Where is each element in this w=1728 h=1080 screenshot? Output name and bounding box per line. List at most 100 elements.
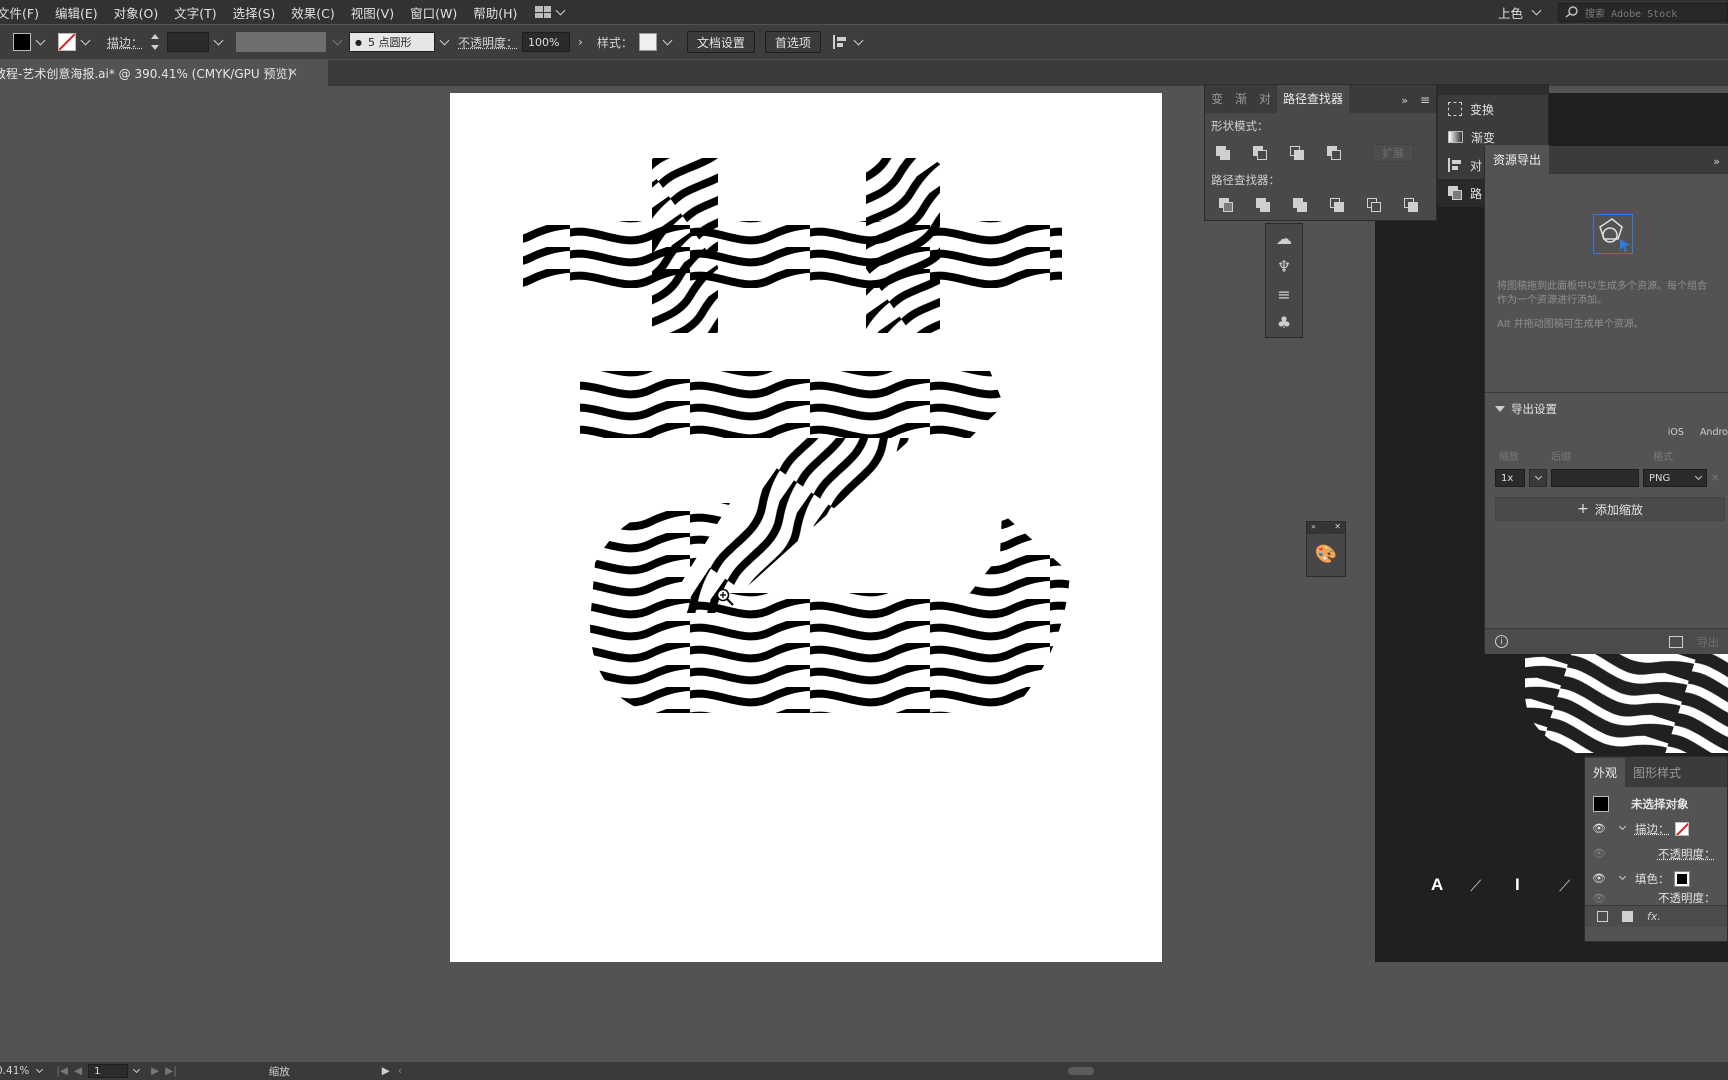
- arrange-documents-button[interactable]: [535, 6, 564, 18]
- collapse-panel-icon[interactable]: »: [1401, 94, 1408, 107]
- menu-object[interactable]: 对象(O): [106, 3, 167, 22]
- document-tab[interactable]: 教程-艺术创意海报.ai* @ 390.41% (CMYK/GPU 预览) ×: [0, 60, 328, 86]
- info-icon[interactable]: i: [1495, 635, 1508, 648]
- menu-view[interactable]: 视图(V): [343, 3, 402, 22]
- exclude-icon[interactable]: [1327, 146, 1341, 160]
- export-for-screens-icon[interactable]: [1669, 636, 1683, 648]
- chevron-down-icon[interactable]: [853, 35, 863, 45]
- export-button[interactable]: 导出: [1697, 634, 1719, 650]
- menu-help[interactable]: 帮助(H): [465, 3, 525, 22]
- chevron-down-icon[interactable]: [1619, 873, 1626, 880]
- document-setup-button[interactable]: 文档设置: [687, 31, 755, 53]
- appearance-stroke-row[interactable]: 👁 描边：: [1585, 816, 1727, 841]
- scroll-left-arrow[interactable]: ‹: [398, 1065, 402, 1077]
- appearance-stroke-opacity-row[interactable]: 👁 不透明度：: [1585, 841, 1727, 866]
- appearance-fill-row[interactable]: 👁 填色：: [1585, 866, 1727, 891]
- menu-window[interactable]: 窗口(W): [402, 3, 465, 22]
- menu-select[interactable]: 选择(S): [225, 3, 284, 22]
- chevron-down-icon[interactable]: [662, 35, 672, 45]
- tab-graphic-styles[interactable]: 图形样式: [1625, 758, 1689, 787]
- tab-pathfinder[interactable]: 路径查找器: [1277, 85, 1349, 113]
- chevron-down-icon[interactable]: [36, 35, 46, 45]
- fill-swatch[interactable]: [13, 33, 31, 51]
- chevron-down-icon[interactable]: [133, 1065, 140, 1072]
- tab-appearance[interactable]: 外观: [1585, 758, 1625, 787]
- opacity-flyout-arrow[interactable]: ›: [578, 35, 583, 49]
- next-artboard-icon[interactable]: ▶: [151, 1065, 159, 1077]
- menu-file[interactable]: 文件(F): [0, 3, 47, 22]
- opacity-field[interactable]: 100%: [522, 32, 570, 52]
- suffix-input[interactable]: [1551, 469, 1639, 487]
- export-settings-header[interactable]: 导出设置: [1485, 392, 1728, 425]
- eye-icon[interactable]: 👁: [1592, 847, 1606, 860]
- merge-icon[interactable]: [1293, 198, 1307, 212]
- chevron-down-icon[interactable]: [81, 35, 91, 45]
- format-select[interactable]: PNG: [1643, 469, 1707, 487]
- last-artboard-icon[interactable]: ▶|: [165, 1065, 177, 1077]
- zoom-level[interactable]: 0.41%: [0, 1065, 29, 1077]
- eye-icon[interactable]: 👁: [1592, 872, 1606, 885]
- trim-icon[interactable]: [1256, 198, 1270, 212]
- fill-swatch[interactable]: [1675, 872, 1689, 886]
- stroke-label[interactable]: 描边：: [107, 34, 143, 51]
- stroke-weight-stepper[interactable]: [151, 34, 159, 50]
- brushes-icon[interactable]: ♆: [1266, 252, 1302, 280]
- add-effect-button[interactable]: fx.: [1647, 910, 1661, 923]
- horizontal-scrollbar[interactable]: [412, 1067, 1712, 1075]
- align-icon[interactable]: [833, 35, 847, 49]
- close-icon[interactable]: ✕: [1334, 522, 1341, 534]
- previous-artboard-icon[interactable]: ◀: [74, 1065, 82, 1077]
- scale-input[interactable]: 1x: [1495, 469, 1525, 487]
- opacity-label[interactable]: 不透明度：: [458, 34, 518, 51]
- tab-asset-export[interactable]: 资源导出: [1485, 145, 1549, 174]
- tab-transform[interactable]: 变: [1205, 90, 1229, 113]
- unite-icon[interactable]: [1216, 146, 1230, 160]
- workspace-switcher[interactable]: 上色: [1498, 3, 1540, 22]
- eye-icon[interactable]: 👁: [1592, 822, 1606, 835]
- preferences-button[interactable]: 首选项: [765, 31, 821, 53]
- crop-icon[interactable]: [1330, 198, 1344, 212]
- status-flyout-arrow[interactable]: ▶: [382, 1065, 390, 1077]
- chevron-down-icon[interactable]: [440, 35, 450, 45]
- dock-item-transform[interactable]: 变换: [1438, 95, 1548, 123]
- tab-gradient[interactable]: 渐: [1229, 90, 1253, 113]
- add-new-stroke-icon[interactable]: [1597, 911, 1608, 922]
- stroke-swatch[interactable]: [58, 33, 76, 51]
- ios-preset[interactable]: iOS: [1668, 427, 1684, 438]
- first-artboard-icon[interactable]: |◀: [56, 1065, 68, 1077]
- add-new-fill-icon[interactable]: [1622, 911, 1633, 922]
- appearance-fill-opacity-row[interactable]: 👁 不透明度：: [1585, 891, 1727, 905]
- menu-type[interactable]: 文字(T): [166, 3, 224, 22]
- minus-front-icon[interactable]: [1253, 146, 1267, 160]
- chevron-down-icon[interactable]: [214, 35, 224, 45]
- intersect-icon[interactable]: [1290, 146, 1304, 160]
- android-preset[interactable]: Andro: [1700, 427, 1728, 438]
- stock-search-input[interactable]: 搜索 Adobe Stock: [1558, 3, 1728, 22]
- horizontal-scrollbar-thumb[interactable]: [1068, 1067, 1094, 1075]
- remove-scale-icon[interactable]: ✕: [1711, 473, 1719, 484]
- artwork-striped-character[interactable]: [450, 93, 1162, 962]
- stroke-none-swatch[interactable]: [1675, 822, 1689, 836]
- style-swatch[interactable]: [639, 33, 657, 51]
- tab-align[interactable]: 对: [1253, 90, 1277, 113]
- symbols-icon[interactable]: ♣: [1266, 308, 1302, 336]
- menu-effect[interactable]: 效果(C): [283, 3, 342, 22]
- scale-dropdown[interactable]: [1529, 469, 1547, 487]
- menu-edit[interactable]: 编辑(E): [47, 3, 106, 22]
- chevron-down-icon[interactable]: [1619, 823, 1626, 830]
- eye-icon[interactable]: 👁: [1592, 892, 1606, 905]
- close-icon[interactable]: ×: [288, 65, 298, 79]
- divide-icon[interactable]: [1219, 198, 1233, 212]
- variable-width-profile[interactable]: [236, 32, 326, 52]
- expand-button[interactable]: 扩展: [1372, 144, 1414, 162]
- chevron-down-icon[interactable]: [36, 1065, 43, 1072]
- artboard-number-field[interactable]: 1: [88, 1064, 128, 1078]
- outline-icon[interactable]: [1367, 198, 1381, 212]
- stroke-panel-icon[interactable]: ≡: [1266, 280, 1302, 308]
- minus-back-icon[interactable]: [1404, 198, 1418, 212]
- collapse-panel-icon[interactable]: »: [1713, 155, 1720, 168]
- artboard[interactable]: [450, 93, 1162, 962]
- brush-definition-field[interactable]: ● 5 点圆形: [349, 32, 435, 52]
- color-guide-icon[interactable]: 🎨: [1307, 534, 1345, 574]
- panel-menu-icon[interactable]: ≡: [1420, 93, 1430, 107]
